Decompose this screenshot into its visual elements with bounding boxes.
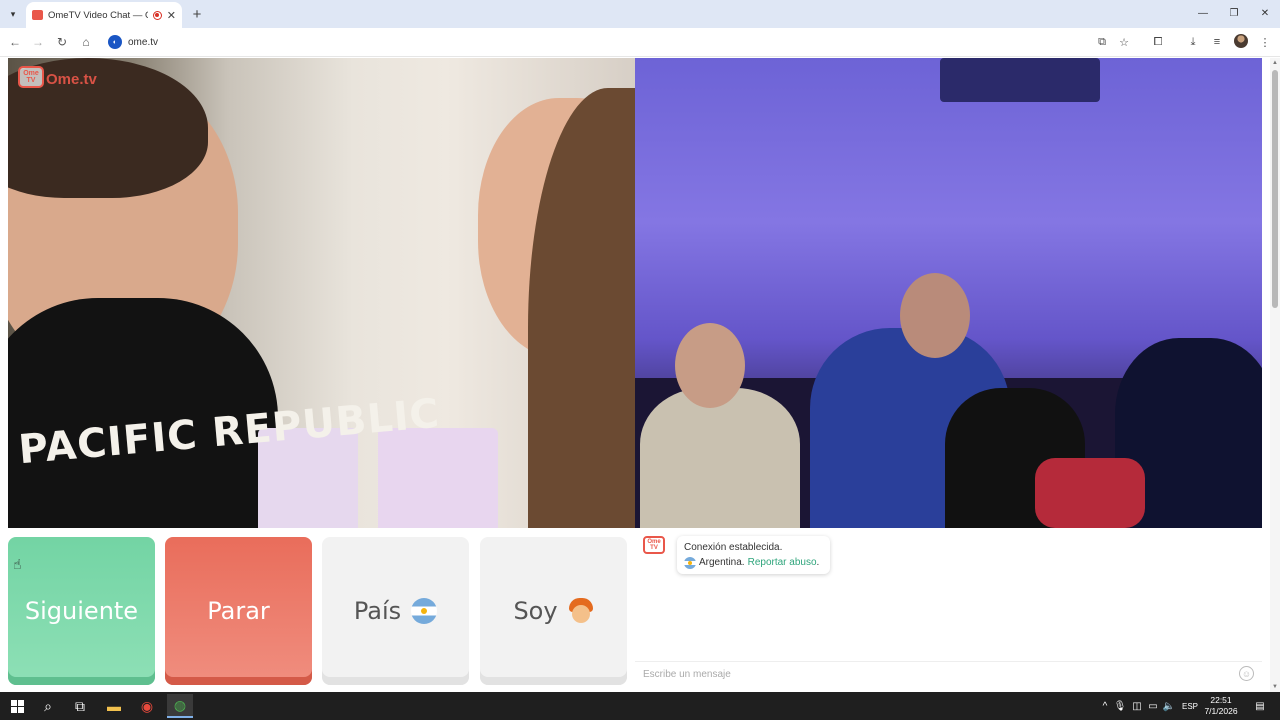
file-explorer-icon[interactable]: ▬: [101, 694, 127, 718]
stop-button-label: Parar: [207, 597, 270, 625]
language-indicator[interactable]: ESP: [1180, 698, 1200, 714]
network-icon[interactable]: ▭: [1147, 698, 1159, 714]
report-abuse-link[interactable]: Reportar abuso: [748, 557, 817, 568]
url-text: ome.tv: [128, 36, 159, 48]
gender-button[interactable]: Soy: [480, 537, 627, 685]
tab-favicon-icon: [32, 10, 43, 20]
security-icon[interactable]: ◫: [1131, 698, 1143, 714]
message-input[interactable]: Escribe un mensaje: [635, 661, 1262, 686]
site-info-icon[interactable]: ◐: [108, 35, 122, 49]
ometv-page: PACIFIC REPUBLIC Ome TV Ome.tv Siguiente…: [0, 58, 1270, 692]
scroll-thumb[interactable]: [1272, 70, 1278, 308]
local-video: PACIFIC REPUBLIC Ome TV Ome.tv: [8, 58, 635, 528]
task-view-icon[interactable]: ⧉: [67, 694, 93, 718]
scroll-up-icon[interactable]: ▲: [1270, 58, 1280, 68]
tab-close-icon[interactable]: ✕: [167, 9, 176, 22]
ometv-logo-text: Ome.tv: [46, 71, 97, 88]
next-button-label: Siguiente: [24, 597, 139, 625]
connection-status: Conexión establecida.: [684, 542, 783, 553]
ometv-tv-icon: Ome TV: [18, 66, 44, 88]
bookmark-star-icon[interactable]: ☆: [1115, 33, 1133, 51]
argentina-flag-icon: [684, 556, 696, 569]
ometv-logo: Ome TV Ome.tv: [18, 66, 97, 88]
address-bar[interactable]: ◐ ome.tv: [102, 31, 1142, 53]
remote-video: [635, 58, 1262, 528]
clock-time: 22:51: [1210, 695, 1232, 705]
close-window-button[interactable]: ✕: [1250, 4, 1280, 22]
new-tab-button[interactable]: +: [188, 5, 206, 23]
home-button[interactable]: ⌂: [77, 33, 95, 51]
install-app-icon[interactable]: ⧉: [1093, 33, 1111, 51]
hand-cursor-icon: ☝: [13, 556, 22, 572]
recorder-app-icon[interactable]: ◉: [134, 694, 160, 718]
stop-button[interactable]: Parar: [165, 537, 312, 685]
gender-button-label: Soy: [513, 597, 558, 625]
back-button[interactable]: ←: [6, 33, 24, 51]
tray-overflow-icon[interactable]: ^: [1099, 698, 1111, 714]
ometv-chat-icon: Ome TV: [643, 536, 665, 554]
report-suffix: .: [816, 557, 820, 568]
search-icon[interactable]: ⌕: [35, 694, 61, 718]
clock-date: 7/1/2026: [1204, 706, 1238, 716]
restore-button[interactable]: ❐: [1219, 4, 1249, 22]
tab-search-icon[interactable]: ▾: [4, 5, 22, 23]
system-message: Conexión establecida. Argentina. Reporta…: [677, 536, 830, 574]
chrome-taskbar-icon[interactable]: ◍: [167, 694, 193, 718]
argentina-flag-icon: [411, 598, 438, 624]
boy-icon: [568, 598, 594, 624]
emoji-icon[interactable]: ☺: [1239, 666, 1254, 681]
chat-panel: Ome TV Conexión establecida. Argentina. …: [635, 528, 1262, 688]
microphone-icon[interactable]: 🎙: [1114, 698, 1127, 714]
extensions-icon[interactable]: ⧠: [1149, 33, 1167, 51]
profile-avatar[interactable]: [1234, 34, 1248, 48]
forward-button[interactable]: →: [29, 33, 47, 51]
country-button[interactable]: País: [322, 537, 469, 685]
media-control-icon[interactable]: ≡: [1208, 33, 1226, 51]
volume-icon[interactable]: 🔈: [1163, 698, 1175, 714]
reload-button[interactable]: ↻: [53, 33, 71, 51]
download-icon[interactable]: ⤓: [1184, 33, 1202, 51]
page-scrollbar[interactable]: ▲ ▼: [1270, 58, 1280, 692]
browser-tab[interactable]: OmeTV Video Chat — Ome ✕: [26, 2, 182, 28]
tab-strip: ▾ OmeTV Video Chat — Ome ✕ + — ❐ ✕: [0, 0, 1280, 28]
scroll-down-icon[interactable]: ▼: [1270, 682, 1280, 692]
start-button[interactable]: [4, 694, 30, 718]
windows-icon: [10, 699, 24, 713]
menu-kebab-icon[interactable]: ⋮: [1256, 33, 1274, 51]
notifications-icon[interactable]: ▤: [1252, 698, 1268, 714]
stranger-country: Argentina.: [699, 557, 745, 568]
next-button[interactable]: Siguiente: [8, 537, 155, 685]
browser-toolbar: ← → ↻ ⌂ ◐ ome.tv ⧉ ☆ ⧠ ⤓ ≡ ⋮: [0, 28, 1280, 57]
taskbar: ⌕ ⧉ ▬ ◉ ◍ ^ 🎙 ◫ ▭ 🔈 ESP 22:51 7/1/2026 ▤: [0, 692, 1280, 720]
minimize-button[interactable]: —: [1188, 4, 1218, 22]
tab-title: OmeTV Video Chat — Ome: [48, 9, 148, 21]
recording-icon: [152, 10, 162, 20]
system-clock[interactable]: 22:51 7/1/2026: [1200, 695, 1242, 717]
country-button-label: País: [353, 597, 402, 625]
